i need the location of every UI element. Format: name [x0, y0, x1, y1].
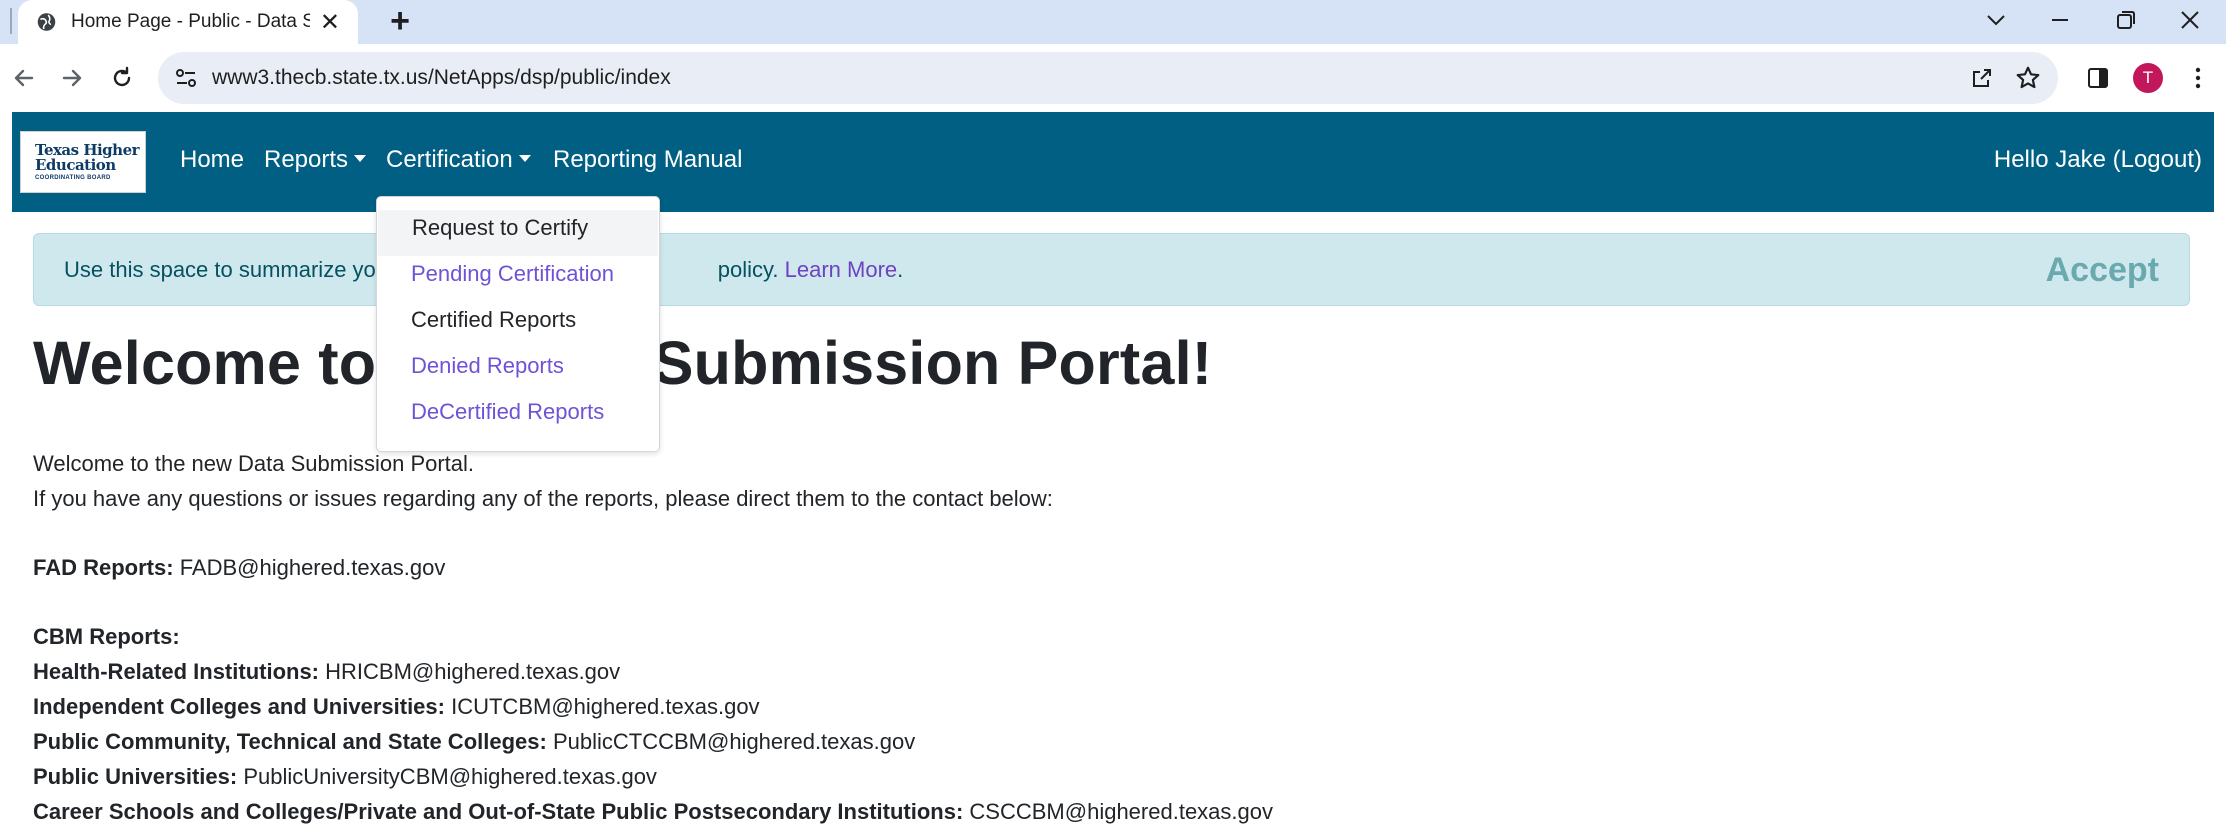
certification-dropdown-menu: Request to Certify Pending Certification…: [376, 196, 660, 452]
globe-icon: [37, 13, 56, 31]
learn-more-link[interactable]: Learn More: [785, 257, 898, 282]
banner-period: .: [897, 257, 904, 282]
site-settings-icon[interactable]: [174, 66, 198, 90]
side-panel-icon[interactable]: [2078, 58, 2118, 98]
menu-item-pending-certification[interactable]: Pending Certification: [377, 256, 659, 302]
nav-certification-label: Certification: [386, 146, 513, 173]
menu-item-certified-reports[interactable]: Certified Reports: [377, 302, 659, 348]
menu-item-decertified-reports[interactable]: DeCertified Reports: [377, 394, 659, 440]
minimize-icon[interactable]: [2030, 0, 2090, 40]
tab-separator: [10, 8, 12, 34]
fad-label: FAD Reports:: [33, 555, 174, 580]
nav-certification-dropdown[interactable]: Certification: [386, 146, 531, 174]
contact-label: Health-Related Institutions:: [33, 659, 320, 684]
contact-email: ICUTCBM@highered.texas.gov: [451, 694, 760, 719]
accept-button[interactable]: Accept: [2046, 251, 2159, 290]
site-navbar: Texas Higher Education COORDINATING BOAR…: [12, 112, 2214, 212]
thecb-logo[interactable]: Texas Higher Education COORDINATING BOAR…: [20, 131, 146, 193]
browser-tab-bar: Home Page - Public - Data Submi ✕ +: [0, 0, 2226, 44]
user-logout-link[interactable]: Hello Jake (Logout): [1994, 146, 2202, 174]
questions-text: If you have any questions or issues rega…: [33, 486, 1053, 511]
profile-avatar[interactable]: T: [2128, 58, 2168, 98]
nav-reporting-manual-link[interactable]: Reporting Manual: [553, 146, 742, 174]
bookmark-star-icon[interactable]: [2006, 52, 2050, 104]
url-text: www3.thecb.state.tx.us/NetApps/dsp/publi…: [212, 66, 671, 89]
contact-row: Health-Related Institutions: HRICBM@high…: [33, 658, 1273, 693]
tab-search-chevron-icon[interactable]: [1966, 0, 2026, 40]
reload-icon[interactable]: [102, 58, 142, 98]
intro-text: Welcome to the new Data Submission Porta…: [33, 451, 475, 476]
contact-label: Public Universities:: [33, 764, 238, 789]
logo-line-3: COORDINATING BOARD: [35, 175, 111, 181]
contact-email: PublicCTCCBM@highered.texas.gov: [552, 729, 916, 754]
browser-tab[interactable]: Home Page - Public - Data Submi ✕: [18, 0, 358, 44]
kebab-menu-icon[interactable]: [2178, 58, 2218, 98]
cbm-heading: CBM Reports:: [33, 623, 1273, 658]
browser-toolbar: www3.thecb.state.tx.us/NetApps/dsp/publi…: [0, 44, 2226, 112]
certification-caret-icon: [518, 155, 531, 163]
nav-reports-label: Reports: [264, 146, 349, 173]
contact-email: HRICBM@highered.texas.gov: [325, 659, 621, 684]
tab-close-icon[interactable]: ✕: [320, 8, 340, 37]
menu-item-request-to-certify[interactable]: Request to Certify: [378, 210, 658, 256]
share-icon[interactable]: [1960, 52, 2004, 104]
contact-row: Independent Colleges and Universities: I…: [33, 693, 1273, 728]
contact-email: CSCCBM@highered.texas.gov: [969, 799, 1273, 824]
cbm-heading-label: CBM Reports:: [33, 624, 180, 649]
tab-title: Home Page - Public - Data Submi: [71, 11, 310, 32]
fad-email: FADB@highered.texas.gov: [179, 555, 446, 580]
reports-caret-icon: [354, 155, 367, 163]
welcome-content: Welcome to the new Data Submission Porta…: [33, 450, 1273, 828]
fad-contact: FAD Reports: FADB@highered.texas.gov: [33, 554, 1273, 589]
banner-message-end: policy.: [717, 257, 785, 282]
restore-icon[interactable]: [2096, 0, 2156, 40]
profile-initial: T: [2133, 63, 2163, 93]
back-icon[interactable]: [4, 58, 44, 98]
nav-reports-dropdown[interactable]: Reports: [264, 146, 367, 174]
menu-item-denied-reports[interactable]: Denied Reports: [377, 348, 659, 394]
contact-label: Public Community, Technical and State Co…: [33, 729, 547, 754]
forward-icon[interactable]: [52, 58, 92, 98]
logo-line-2: Education: [35, 156, 116, 174]
contact-row: Public Community, Technical and State Co…: [33, 728, 1273, 763]
banner-message-start: Use this space to summarize yo: [64, 257, 376, 282]
contact-row: Career Schools and Colleges/Private and …: [33, 798, 1273, 828]
contact-label: Independent Colleges and Universities:: [33, 694, 445, 719]
new-tab-button[interactable]: +: [380, 2, 420, 42]
cookie-consent-banner: Use this space to summarize yo policy. Le…: [33, 233, 2190, 306]
contact-email: PublicUniversityCBM@highered.texas.gov: [243, 764, 657, 789]
contact-label: Career Schools and Colleges/Private and …: [33, 799, 964, 824]
address-bar[interactable]: www3.thecb.state.tx.us/NetApps/dsp/publi…: [158, 52, 2058, 104]
nav-home-link[interactable]: Home: [180, 146, 244, 174]
close-window-icon[interactable]: [2160, 0, 2220, 40]
contact-row: Public Universities: PublicUniversityCBM…: [33, 763, 1273, 798]
